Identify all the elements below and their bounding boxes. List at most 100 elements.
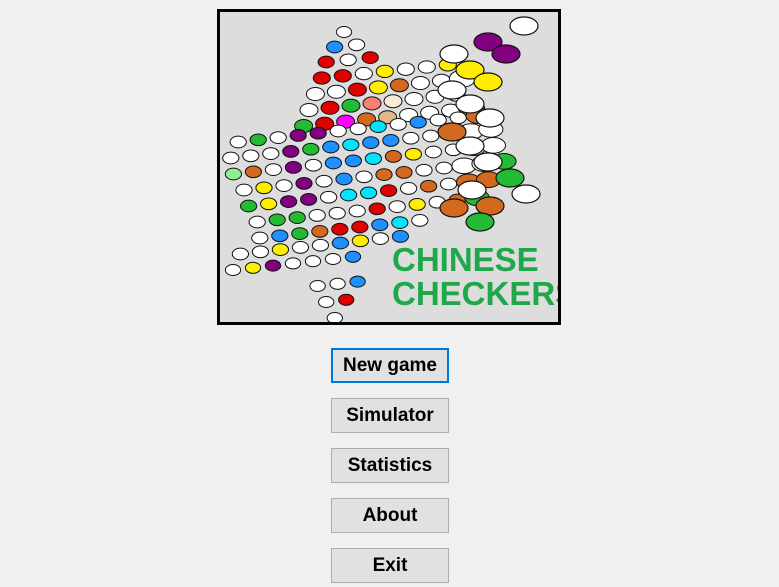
marble xyxy=(300,193,318,206)
marble xyxy=(402,131,420,145)
marble xyxy=(349,122,367,136)
marble xyxy=(271,243,290,256)
marble xyxy=(340,188,358,202)
about-button[interactable]: About xyxy=(331,498,449,533)
marble xyxy=(309,279,326,293)
marble xyxy=(309,126,327,140)
marble xyxy=(371,218,389,232)
marble xyxy=(315,174,333,188)
marble xyxy=(422,129,440,143)
marble xyxy=(324,252,342,266)
marble xyxy=(338,293,355,306)
marble xyxy=(360,186,378,200)
marble xyxy=(396,62,415,76)
marble xyxy=(251,231,269,245)
marble xyxy=(320,190,338,204)
marble xyxy=(335,172,353,186)
marble xyxy=(457,180,487,200)
marble xyxy=(308,209,326,222)
marble xyxy=(408,198,426,211)
marble xyxy=(318,295,335,309)
marble xyxy=(249,133,267,147)
marble xyxy=(364,152,382,165)
marble xyxy=(355,170,373,184)
marble xyxy=(391,216,409,229)
simulator-button[interactable]: Simulator xyxy=(331,398,449,433)
marble xyxy=(291,241,310,254)
marble xyxy=(331,222,349,236)
marble xyxy=(229,135,247,149)
chinese-checkers-logo: CHINESE CHECKERS xyxy=(217,9,561,325)
marble xyxy=(311,225,329,238)
marble xyxy=(375,168,393,181)
marble xyxy=(455,136,485,156)
marble xyxy=(348,204,366,218)
marble xyxy=(326,40,344,54)
marble xyxy=(395,166,413,179)
marble xyxy=(304,158,323,172)
marble xyxy=(255,181,273,195)
marble xyxy=(404,147,422,161)
marble xyxy=(264,259,282,272)
marble xyxy=(491,44,521,64)
marble xyxy=(326,311,343,322)
marble xyxy=(242,149,260,163)
marble xyxy=(495,168,525,188)
marble xyxy=(473,152,503,172)
marble xyxy=(240,199,258,213)
marble xyxy=(335,25,353,39)
marble xyxy=(362,136,380,149)
marble xyxy=(342,138,360,152)
marble xyxy=(475,196,505,216)
marble xyxy=(455,94,485,114)
marble xyxy=(389,78,409,93)
marble xyxy=(368,80,388,95)
marble xyxy=(262,147,280,160)
marble xyxy=(320,100,340,115)
marble xyxy=(404,92,424,106)
marble xyxy=(284,257,302,270)
new-game-button[interactable]: New game xyxy=(331,348,449,383)
marble xyxy=(291,227,309,240)
marble xyxy=(388,200,406,213)
marble xyxy=(269,131,287,144)
exit-button[interactable]: Exit xyxy=(331,548,449,583)
marble xyxy=(351,234,369,248)
marble xyxy=(410,76,430,90)
marble xyxy=(244,165,263,179)
marble xyxy=(417,60,436,74)
marble xyxy=(409,115,427,129)
marble xyxy=(449,111,467,125)
marble xyxy=(312,71,331,85)
marble xyxy=(400,182,418,195)
marble xyxy=(509,16,539,36)
marble xyxy=(354,66,373,81)
marble xyxy=(302,142,320,156)
marble xyxy=(289,129,307,142)
marble xyxy=(224,167,242,181)
marble xyxy=(333,69,352,83)
statistics-button[interactable]: Statistics xyxy=(331,448,449,483)
marble xyxy=(440,177,458,191)
marble xyxy=(251,245,270,259)
marble xyxy=(280,195,298,208)
marble xyxy=(231,247,249,261)
marble xyxy=(268,213,286,227)
marble xyxy=(305,87,325,101)
marble xyxy=(368,202,386,216)
marble xyxy=(475,108,505,128)
marble xyxy=(244,261,262,274)
marble xyxy=(380,184,398,197)
marble xyxy=(248,215,266,229)
main-window: CHINESE CHECKERS New game Simulator Stat… xyxy=(0,0,779,587)
marble xyxy=(480,137,506,154)
marble xyxy=(341,98,361,113)
marble xyxy=(322,140,340,154)
marble xyxy=(344,154,362,168)
marble xyxy=(295,177,313,190)
marble xyxy=(331,236,350,250)
marble xyxy=(329,277,346,290)
logo-title-line1: CHINESE xyxy=(392,241,539,278)
marble xyxy=(284,161,303,174)
marble xyxy=(411,214,429,227)
